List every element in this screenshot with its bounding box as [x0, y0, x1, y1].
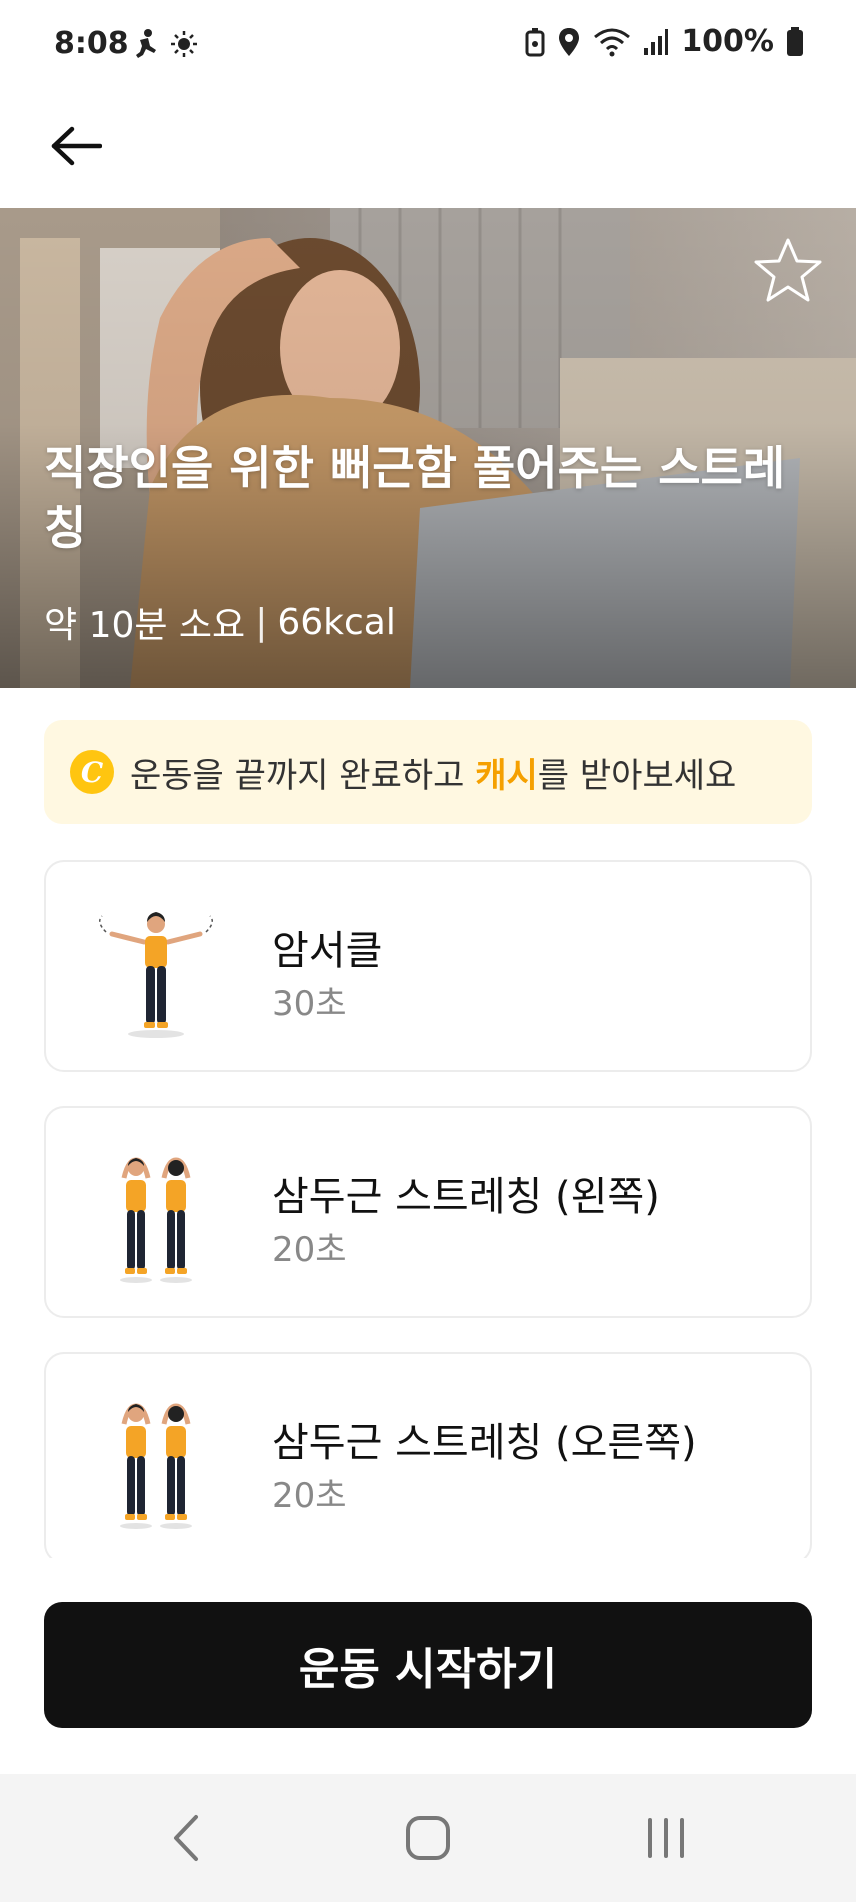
arm-circle-illustration [99, 912, 213, 1038]
home-nav-icon [406, 1816, 450, 1860]
exercise-list: 암서클 30초 삼두근 스트레칭 (왼쪽) 20초 삼두근 스트레칭 (오른쪽)… [0, 858, 856, 1558]
reward-text-before: 운동을 끝까지 완료하고 [130, 755, 476, 796]
status-left-icons [130, 28, 198, 60]
location-icon [559, 27, 580, 56]
exercise-card[interactable]: 삼두근 스트레칭 (오른쪽) 20초 [44, 1352, 812, 1558]
status-bar: 8:08 100% [0, 0, 856, 90]
reward-banner: C 운동을 끝까지 완료하고 캐시를 받아보세요 [44, 720, 812, 824]
nav-home-button[interactable] [396, 1808, 460, 1868]
workout-calories: 66kcal [277, 601, 396, 643]
brightness-icon [171, 31, 197, 57]
battery-percentage: 100% [681, 24, 774, 59]
exercise-duration: 20초 [272, 1476, 347, 1516]
back-button[interactable] [44, 114, 108, 178]
triceps-stretch-right-illustration [120, 1403, 192, 1529]
exercise-name: 삼두근 스트레칭 (왼쪽) [272, 1174, 660, 1220]
runner-icon [136, 29, 156, 58]
favorite-button[interactable] [752, 234, 824, 306]
nav-recents-button[interactable] [634, 1808, 698, 1868]
system-nav-bar [0, 1774, 856, 1902]
meta-separator: | [255, 601, 268, 643]
signal-icon [644, 28, 669, 55]
status-time: 8:08 [54, 26, 129, 61]
start-workout-button[interactable]: 운동 시작하기 [44, 1602, 812, 1728]
exercise-name: 암서클 [272, 928, 383, 974]
star-outline-icon [754, 238, 822, 302]
workout-title: 직장인을 위한 뻐근함 풀어주는 스트레칭 [44, 441, 786, 555]
hero-banner: 직장인을 위한 뻐근함 풀어주는 스트레칭 약 10분 소요 | 66kcal [0, 208, 856, 688]
reward-message: 운동을 끝까지 완료하고 캐시를 받아보세요 [130, 748, 736, 797]
arrow-left-icon [51, 126, 102, 166]
screen: 8:08 100% 직장인을 위한 뻐근함 풀어주는 스트레칭 약 10분 소요… [0, 0, 856, 1902]
status-right: 100% [525, 24, 804, 59]
reward-text-after: 를 받아보세요 [537, 755, 737, 796]
triceps-stretch-left-illustration [120, 1157, 192, 1283]
exercise-duration: 20초 [272, 1230, 347, 1270]
workout-meta: 약 10분 소요 | 66kcal [44, 596, 396, 648]
back-nav-icon [174, 1815, 198, 1861]
coin-icon: C [70, 750, 114, 794]
exercise-name: 삼두근 스트레칭 (오른쪽) [272, 1420, 697, 1466]
exercise-card[interactable]: 암서클 30초 [44, 860, 812, 1072]
recents-nav-icon [648, 1818, 684, 1858]
battery-icon [787, 26, 803, 56]
app-header [0, 90, 856, 208]
workout-duration: 약 10분 소요 [44, 605, 246, 646]
nav-back-button[interactable] [156, 1808, 220, 1868]
reward-text-highlight: 캐시 [475, 755, 538, 796]
wifi-icon [594, 28, 631, 56]
battery-saver-icon [525, 27, 545, 56]
exercise-duration: 30초 [272, 984, 347, 1024]
exercise-card[interactable]: 삼두근 스트레칭 (왼쪽) 20초 [44, 1106, 812, 1318]
